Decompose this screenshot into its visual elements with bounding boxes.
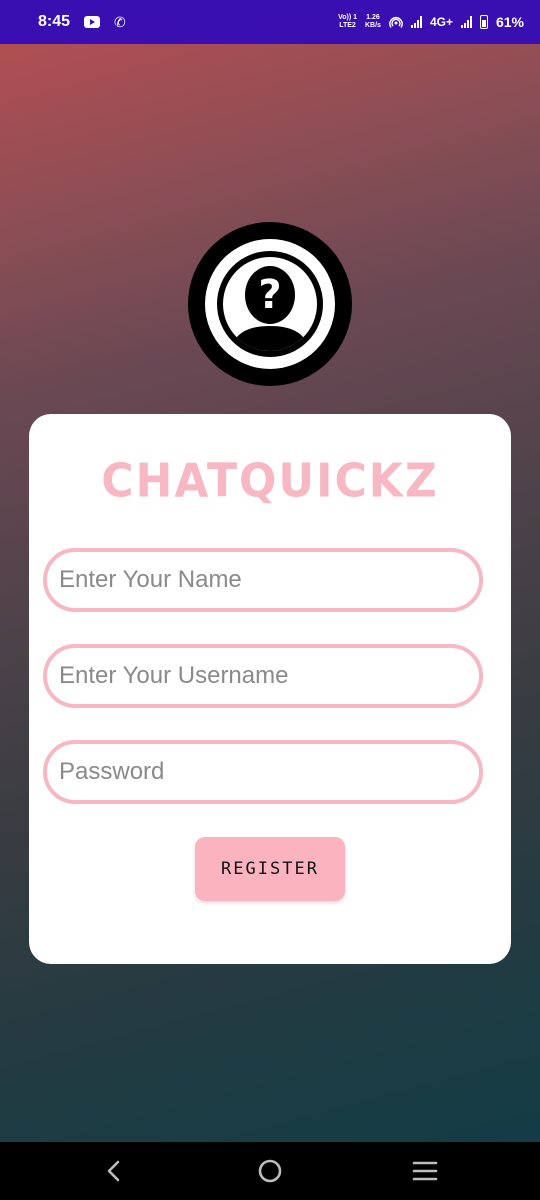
- home-button[interactable]: [230, 1142, 310, 1200]
- register-card: CHATQUICKZ REGISTER: [29, 414, 511, 964]
- battery-percent: 61%: [495, 14, 524, 30]
- signal-icon-2: [460, 16, 472, 28]
- recents-icon: [412, 1161, 438, 1181]
- back-icon: [107, 1160, 120, 1182]
- unknown-user-icon: ?: [188, 222, 352, 386]
- svg-text:?: ?: [258, 272, 281, 318]
- password-input[interactable]: [43, 740, 483, 804]
- register-button[interactable]: REGISTER: [195, 837, 345, 901]
- home-icon: [258, 1159, 282, 1183]
- volte-label-bottom: LTE2: [339, 22, 356, 29]
- signal-icon: [410, 16, 422, 28]
- hotspot-icon: [389, 16, 403, 28]
- navigation-bar: [0, 1142, 540, 1200]
- volte-label-top: Vo)) 1: [338, 14, 357, 21]
- network-type: 4G+: [429, 15, 453, 29]
- name-input[interactable]: [43, 548, 483, 612]
- speed-value: 1.26: [366, 14, 380, 21]
- status-right: Vo)) 1 LTE2 1.26 KB/s 4G+ 61%: [338, 14, 524, 30]
- status-time: 8:45: [38, 13, 71, 30]
- status-bar: 8:45 ✆ Vo)) 1 LTE2 1.26 KB/s 4G+ 61%: [0, 0, 540, 44]
- back-button[interactable]: [74, 1142, 154, 1200]
- recents-button[interactable]: [385, 1142, 465, 1200]
- volte-indicator: Vo)) 1 LTE2: [338, 14, 357, 30]
- app-title: CHATQUICKZ: [101, 454, 439, 509]
- battery-icon: [479, 15, 488, 29]
- missed-call-icon: ✆: [114, 14, 126, 30]
- speed-unit: KB/s: [365, 22, 381, 29]
- status-left: 8:45 ✆: [38, 13, 126, 31]
- network-speed: 1.26 KB/s: [365, 14, 381, 30]
- username-input[interactable]: [43, 644, 483, 708]
- youtube-icon: [84, 16, 101, 28]
